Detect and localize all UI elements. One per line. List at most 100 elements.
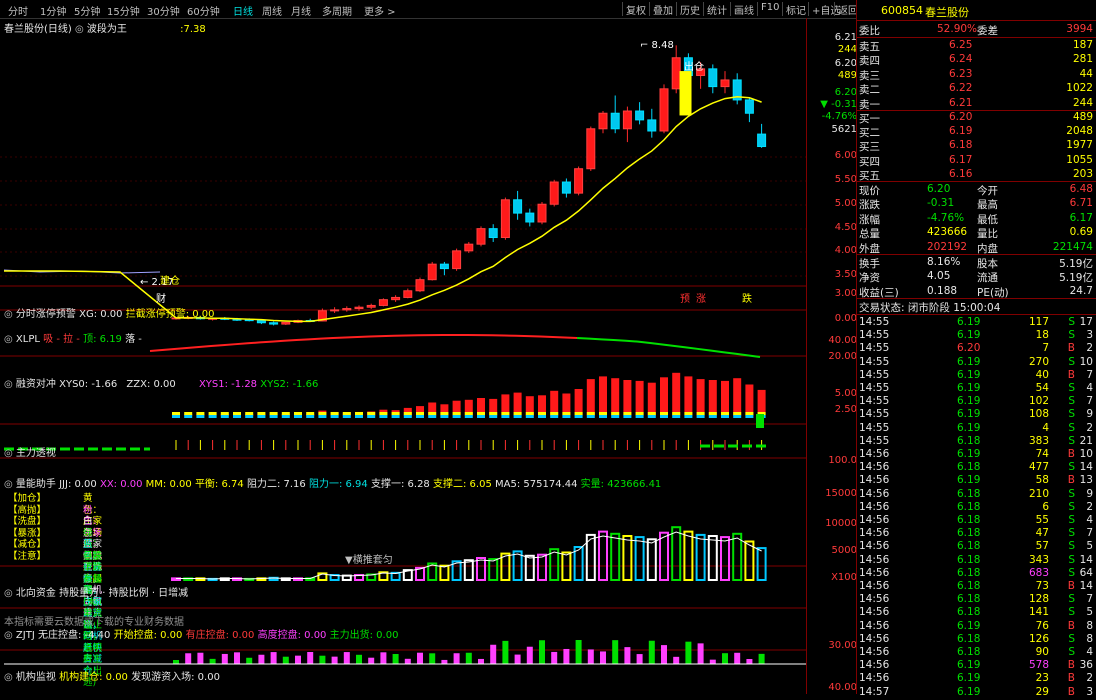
- rongzi-bar-band: [660, 412, 668, 415]
- zjtj-item: 有庄控盘: 0.00: [185, 630, 255, 641]
- rongzi-bar-band: [281, 415, 290, 418]
- toolbar-button[interactable]: 返回: [834, 2, 858, 17]
- tick-time: 14:56: [859, 606, 890, 619]
- stat-value: 6.17: [1069, 211, 1093, 224]
- rongzi-bar-band: [708, 415, 717, 418]
- period-tab[interactable]: 15分钟: [107, 3, 140, 18]
- period-tab[interactable]: 月线: [291, 3, 311, 18]
- rongzi-bar-band: [306, 415, 315, 418]
- tick-time: 14:56: [859, 553, 890, 566]
- rongzi-bar-band: [355, 415, 363, 418]
- pane-toggle-icon[interactable]: ◎: [4, 309, 13, 320]
- toolbar-button[interactable]: 统计: [703, 2, 727, 17]
- rongzi-bar-band: [586, 415, 595, 418]
- tick-price: 6.19: [957, 448, 981, 460]
- candle-body: [549, 181, 559, 205]
- axis-tick: 40.00: [828, 682, 857, 693]
- period-tab[interactable]: 5分钟: [74, 3, 100, 18]
- axis-tick: 10000: [825, 518, 857, 529]
- zjtj-bar: [661, 645, 667, 664]
- rongzi-bar-band: [220, 415, 229, 418]
- chart-area[interactable]: ⌐ 8.48 ← 2.17 出仓 建仓财预涨跌 ▼横推套匀 春兰股份(日线) ◎ 波段为…: [0, 18, 852, 694]
- pane-toggle-icon[interactable]: ◎: [4, 479, 13, 490]
- period-tab[interactable]: 30分钟: [147, 3, 180, 18]
- zjtj-bar: [758, 653, 765, 664]
- period-tab[interactable]: 日线: [233, 3, 253, 18]
- zjtj-title[interactable]: ZJTJ: [16, 630, 35, 641]
- stock-code: 600854: [881, 4, 923, 17]
- liangneng-legend: 【加仓】 黄色：庄家进场缓，伺机进场等起飞 【高抛】 粉色：庄家忙，高抛低吸，伺机去…: [8, 493, 102, 688]
- signal-chucang: 出仓: [684, 60, 704, 73]
- rongzi-title[interactable]: 融资对冲: [16, 379, 56, 390]
- rongzi-bar-band: [440, 412, 449, 415]
- zjtj-bar: [185, 653, 192, 664]
- toolbar-button[interactable]: 画线: [730, 2, 754, 17]
- tick-volume: 343: [1028, 553, 1049, 566]
- zhuli-title[interactable]: 主力透视: [16, 448, 56, 459]
- pane-toggle-icon[interactable]: ◎: [4, 334, 13, 345]
- period-tab[interactable]: 周线: [262, 3, 282, 18]
- jigou-title[interactable]: 机构监视: [16, 672, 56, 683]
- zjtj-bar: [197, 652, 204, 664]
- tick-side: S: [1068, 434, 1075, 447]
- rongzi-bar-band: [294, 412, 302, 415]
- zjtj-bar: [441, 659, 448, 664]
- xlpl-title[interactable]: XLPL: [16, 334, 40, 345]
- axis-scale: X100: [831, 572, 857, 583]
- liangneng-title[interactable]: 量能助手: [16, 479, 56, 490]
- main-indicator-name[interactable]: 波段为王: [87, 24, 127, 35]
- tick-price: 6.19: [957, 368, 981, 381]
- toolbar-button[interactable]: 叠加: [649, 2, 673, 17]
- period-tab[interactable]: 1分钟: [40, 3, 66, 18]
- rongzi-bar-band: [208, 412, 217, 415]
- axis-tick: 3.50: [834, 269, 857, 280]
- rongzi-bar-band: [245, 412, 254, 415]
- beixiang-pane-title: ◎ 北向资金 持股量万 · 持股比例 · 日增减: [4, 584, 188, 599]
- zjtj-bar: [685, 641, 692, 664]
- tick-volume: 128: [1028, 593, 1049, 606]
- rongzi-bar: [733, 378, 742, 416]
- rongzi-bar-band: [745, 415, 754, 418]
- pane-toggle-icon[interactable]: ◎: [4, 630, 13, 641]
- tick-volume: 477: [1028, 461, 1049, 474]
- beixiang-title[interactable]: 北向资金: [16, 588, 56, 599]
- zjtj-bar: [551, 651, 558, 664]
- tick-side: S: [1068, 606, 1075, 619]
- pane-toggle-icon[interactable]: ◎: [4, 672, 13, 683]
- toolbar-button[interactable]: F10: [757, 2, 779, 16]
- tick-price: 6.19: [957, 382, 981, 394]
- toolbar-button[interactable]: 历史: [676, 2, 700, 17]
- stat-row: 涨跌 -0.31 最高 6.71: [857, 196, 1096, 211]
- tick-price: 6.18: [957, 566, 981, 579]
- volume-bar: [732, 532, 743, 581]
- pane-toggle-icon[interactable]: ◎: [4, 588, 13, 599]
- tick-count: 4: [1086, 382, 1093, 394]
- period-tab[interactable]: 60分钟: [187, 3, 220, 18]
- ln-item: MA5: 575174.44: [495, 479, 578, 490]
- toolbar-button[interactable]: 复权: [622, 2, 646, 17]
- rongzi-bar-band: [452, 415, 461, 418]
- period-tab[interactable]: 更多 >: [364, 3, 396, 18]
- indicator-toggle-icon[interactable]: ◎: [75, 24, 84, 35]
- pane-toggle-icon[interactable]: ◎: [4, 448, 13, 459]
- signal-jiancang: 建仓: [160, 274, 180, 287]
- rongzi-bar-last: [756, 414, 764, 428]
- zjtj-bar: [722, 653, 728, 664]
- axis-tick: 6.00: [834, 150, 857, 161]
- tick-count: 7: [1086, 527, 1093, 540]
- stat-value: -4.76%: [927, 211, 965, 224]
- tick-volume: 47: [1035, 527, 1049, 540]
- tick-time: 14:55: [859, 395, 890, 408]
- zjtj-item: 高度控盘: 0.00: [257, 630, 327, 641]
- toolbar-button[interactable]: 标记: [782, 2, 806, 17]
- xg-title[interactable]: 分时涨停预警: [16, 309, 76, 320]
- zjtj-bar: [709, 659, 716, 664]
- rongzi-bar-band: [538, 412, 546, 415]
- tick-count: 2: [1086, 342, 1093, 355]
- xlpl-item: 拉 -: [63, 334, 80, 345]
- rongzi-bar-band: [428, 415, 437, 418]
- pane-toggle-icon[interactable]: ◎: [4, 379, 13, 390]
- period-tab[interactable]: 多周期: [322, 3, 352, 18]
- period-tab[interactable]: 分时: [8, 3, 28, 18]
- tick-count: 4: [1086, 646, 1093, 658]
